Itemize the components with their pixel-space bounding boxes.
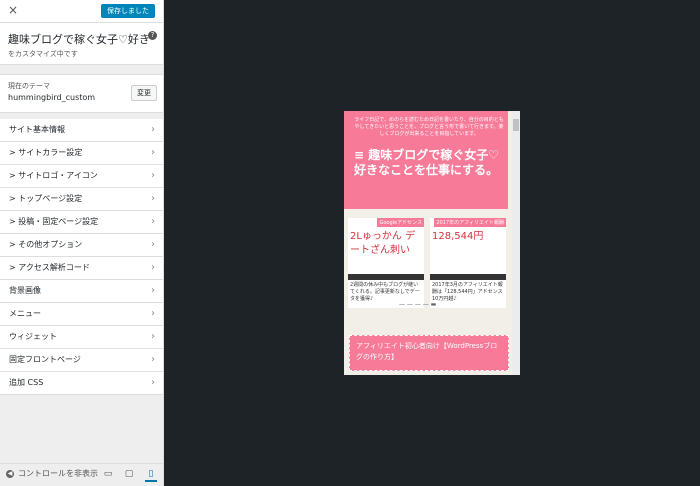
desktop-icon[interactable]: ▭ [102, 468, 114, 480]
menu-item-analytics[interactable]: > アクセス解析コード › [0, 257, 163, 280]
card-thumbnail: Googleアドセンス 2Lゅっかん デートざん刺い [348, 218, 424, 274]
chevron-right-icon: › [151, 331, 155, 342]
carousel-dots[interactable]: — — — — ▬ [399, 301, 436, 308]
customizer-footer: ◀ コントロールを非表示 ▭ ▢ ▯ [0, 463, 163, 486]
preview-card[interactable]: 2017年のアフィリエイト報酬 128,544円 2017年3月のアフィリエイト… [430, 218, 506, 308]
menu-item-label: > 投稿・固定ページ設定 [9, 217, 99, 226]
menu-item-other-options[interactable]: > その他オプション › [0, 234, 163, 257]
menu-item-post-page[interactable]: > 投稿・固定ページ設定 › [0, 211, 163, 234]
chevron-right-icon: › [151, 216, 155, 227]
card-tag: Googleアドセンス [377, 218, 424, 227]
menu-item-label: > トップページ設定 [9, 194, 83, 203]
chevron-right-icon: › [151, 285, 155, 296]
menu-item-label: サイト基本情報 [9, 125, 65, 134]
menu-item-top-page[interactable]: > トップページ設定 › [0, 188, 163, 211]
hide-controls-label: コントロールを非表示 [18, 469, 98, 478]
banner-text: アフィリエイト初心者向け【WordPressブログの作り方】 [356, 342, 498, 361]
menu-item-menus[interactable]: メニュー › [0, 303, 163, 326]
chevron-right-icon: › [151, 170, 155, 181]
scrollbar-thumb[interactable] [513, 119, 519, 131]
card-handwriting: 128,544円 [432, 231, 484, 242]
site-title: 趣味ブログで稼ぐ女子♡好き [8, 33, 150, 46]
tablet-icon[interactable]: ▢ [123, 468, 135, 480]
customizing-subtitle: をカスタマイズ中です [8, 50, 78, 58]
menu-item-label: 追加 CSS [9, 378, 44, 387]
site-preview[interactable]: ライフ日記で、めのらを読むため日記を書いたり、自分の目的ともやしてきたいと思うこ… [344, 111, 520, 375]
card-caption: 2017年3月のアフィリエイト報酬は「128,544円」アドセンス10万円越♪ [432, 282, 503, 302]
menu-item-site-identity[interactable]: サイト基本情報 › [0, 119, 163, 142]
menu-item-label: 背景画像 [9, 286, 41, 295]
menu-item-label: > サイトカラー設定 [9, 148, 83, 157]
customizer-topbar: × 保存しました [0, 0, 163, 23]
menu-item-label: > アクセス解析コード [9, 263, 90, 272]
menu-item-static-front[interactable]: 固定フロントページ › [0, 349, 163, 372]
hide-controls-button[interactable]: ◀ コントロールを非表示 [6, 468, 98, 479]
current-theme: 現在のテーマ hummingbird_custom 変更 [0, 74, 163, 113]
preview-header: ライフ日記で、めのらを読むため日記を書いたり、自分の目的ともやしてきたいと思うこ… [344, 111, 508, 209]
menu-item-background[interactable]: 背景画像 › [0, 280, 163, 303]
mobile-icon[interactable]: ▯ [145, 468, 157, 482]
customizer-sidebar: × 保存しました 趣味ブログで稼ぐ女子♡好き ? をカスタマイズ中です 現在のテ… [0, 0, 164, 486]
chevron-right-icon: › [151, 193, 155, 204]
menu-item-label: > その他オプション [9, 240, 83, 249]
menu-item-label: > サイトロゴ・アイコン [9, 171, 98, 180]
close-icon[interactable]: × [6, 3, 20, 17]
site-info: 趣味ブログで稼ぐ女子♡好き ? をカスタマイズ中です [0, 23, 163, 65]
card-handwriting: 2Lゅっかん デートざん刺い [350, 231, 416, 256]
card-tag: 2017年のアフィリエイト報酬 [434, 218, 506, 227]
menu-item-label: ウィジェット [9, 332, 57, 341]
change-theme-button[interactable]: 変更 [131, 85, 157, 101]
chevron-right-icon: › [151, 239, 155, 250]
preview-scrollbar[interactable] [512, 111, 520, 375]
preview-site-title[interactable]: ≡ 趣味ブログで稼ぐ女子♡好きなことを仕事にする。 [354, 148, 504, 178]
menu-item-additional-css[interactable]: 追加 CSS › [0, 372, 163, 395]
card-thumbnail: 2017年のアフィリエイト報酬 128,544円 [430, 218, 506, 274]
chevron-right-icon: › [151, 262, 155, 273]
menu-item-widgets[interactable]: ウィジェット › [0, 326, 163, 349]
saved-button[interactable]: 保存しました [101, 4, 155, 18]
preview-card[interactable]: Googleアドセンス 2Lゅっかん デートざん刺い 2週間の休み中もブログが継… [348, 218, 424, 308]
menu-item-label: メニュー [9, 309, 41, 318]
menu-item-label: 固定フロントページ [9, 355, 81, 364]
chevron-right-icon: › [151, 147, 155, 158]
chevron-right-icon: › [151, 377, 155, 388]
collapse-arrow-icon: ◀ [6, 469, 14, 478]
help-icon[interactable]: ? [148, 31, 157, 40]
preview-banner[interactable]: アフィリエイト初心者向け【WordPressブログの作り方】 [349, 335, 509, 371]
menu-item-site-color[interactable]: > サイトカラー設定 › [0, 142, 163, 165]
customizer-menu: サイト基本情報 › > サイトカラー設定 › > サイトロゴ・アイコン › > トップ… [0, 119, 163, 395]
chevron-right-icon: › [151, 354, 155, 365]
menu-item-site-logo[interactable]: > サイトロゴ・アイコン › [0, 165, 163, 188]
preview-description: ライフ日記で、めのらを読むため日記を書いたり、自分の目的ともやしてきたいと思うこ… [354, 117, 504, 137]
chevron-right-icon: › [151, 308, 155, 319]
chevron-right-icon: › [151, 124, 155, 135]
